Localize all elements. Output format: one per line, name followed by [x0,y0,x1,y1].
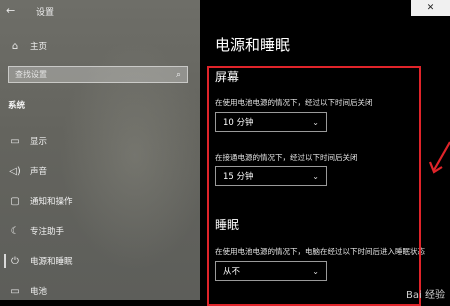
sidebar-item-notifications[interactable]: ▢ 通知和操作 [0,192,200,210]
battery-icon: ▭ [10,285,20,297]
sidebar-item-label: 主页 [30,42,48,52]
notification-icon: ▢ [10,195,20,207]
sidebar-item-label: 通知和操作 [30,197,73,207]
sidebar-item-focus-assist[interactable]: ☾ 专注助手 [0,222,200,240]
focus-assist-icon: ☾ [10,225,20,237]
search-placeholder: 查找设置 [15,70,47,79]
search-input[interactable]: 查找设置 ⌕ [8,66,188,83]
sidebar-item-label: 电池 [30,287,48,297]
sidebar-item-label: 电源和睡眠 [30,257,73,267]
display-icon: ▭ [10,135,20,147]
section-title: 系统 [8,101,26,111]
sidebar-item-battery[interactable]: ▭ 电池 [0,282,200,300]
home-icon: ⌂ [11,40,19,52]
sidebar-item-sound[interactable]: ◁) 声音 [0,162,200,180]
power-icon: ⏻ [11,255,19,267]
search-icon: ⌕ [175,69,181,80]
highlight-box [207,66,421,306]
sidebar-item-label: 专注助手 [30,227,65,237]
close-button[interactable]: ✕ [411,0,450,16]
sidebar-item-display[interactable]: ▭ 显示 [0,132,200,150]
sidebar-item-label: 声音 [30,167,48,177]
sidebar-item-home[interactable]: ⌂ 主页 [0,37,200,55]
back-arrow-icon[interactable]: ← [6,4,15,17]
sidebar-item-power-sleep[interactable]: ⏻ 电源和睡眠 [0,252,200,270]
annotation-arrow-icon [428,141,450,174]
watermark: Bai 经验 [406,290,445,301]
page-title: 电源和睡眠 [215,36,291,54]
window-title: 设置 [36,8,55,18]
speaker-icon: ◁) [9,165,21,177]
sidebar-item-label: 显示 [30,137,48,147]
